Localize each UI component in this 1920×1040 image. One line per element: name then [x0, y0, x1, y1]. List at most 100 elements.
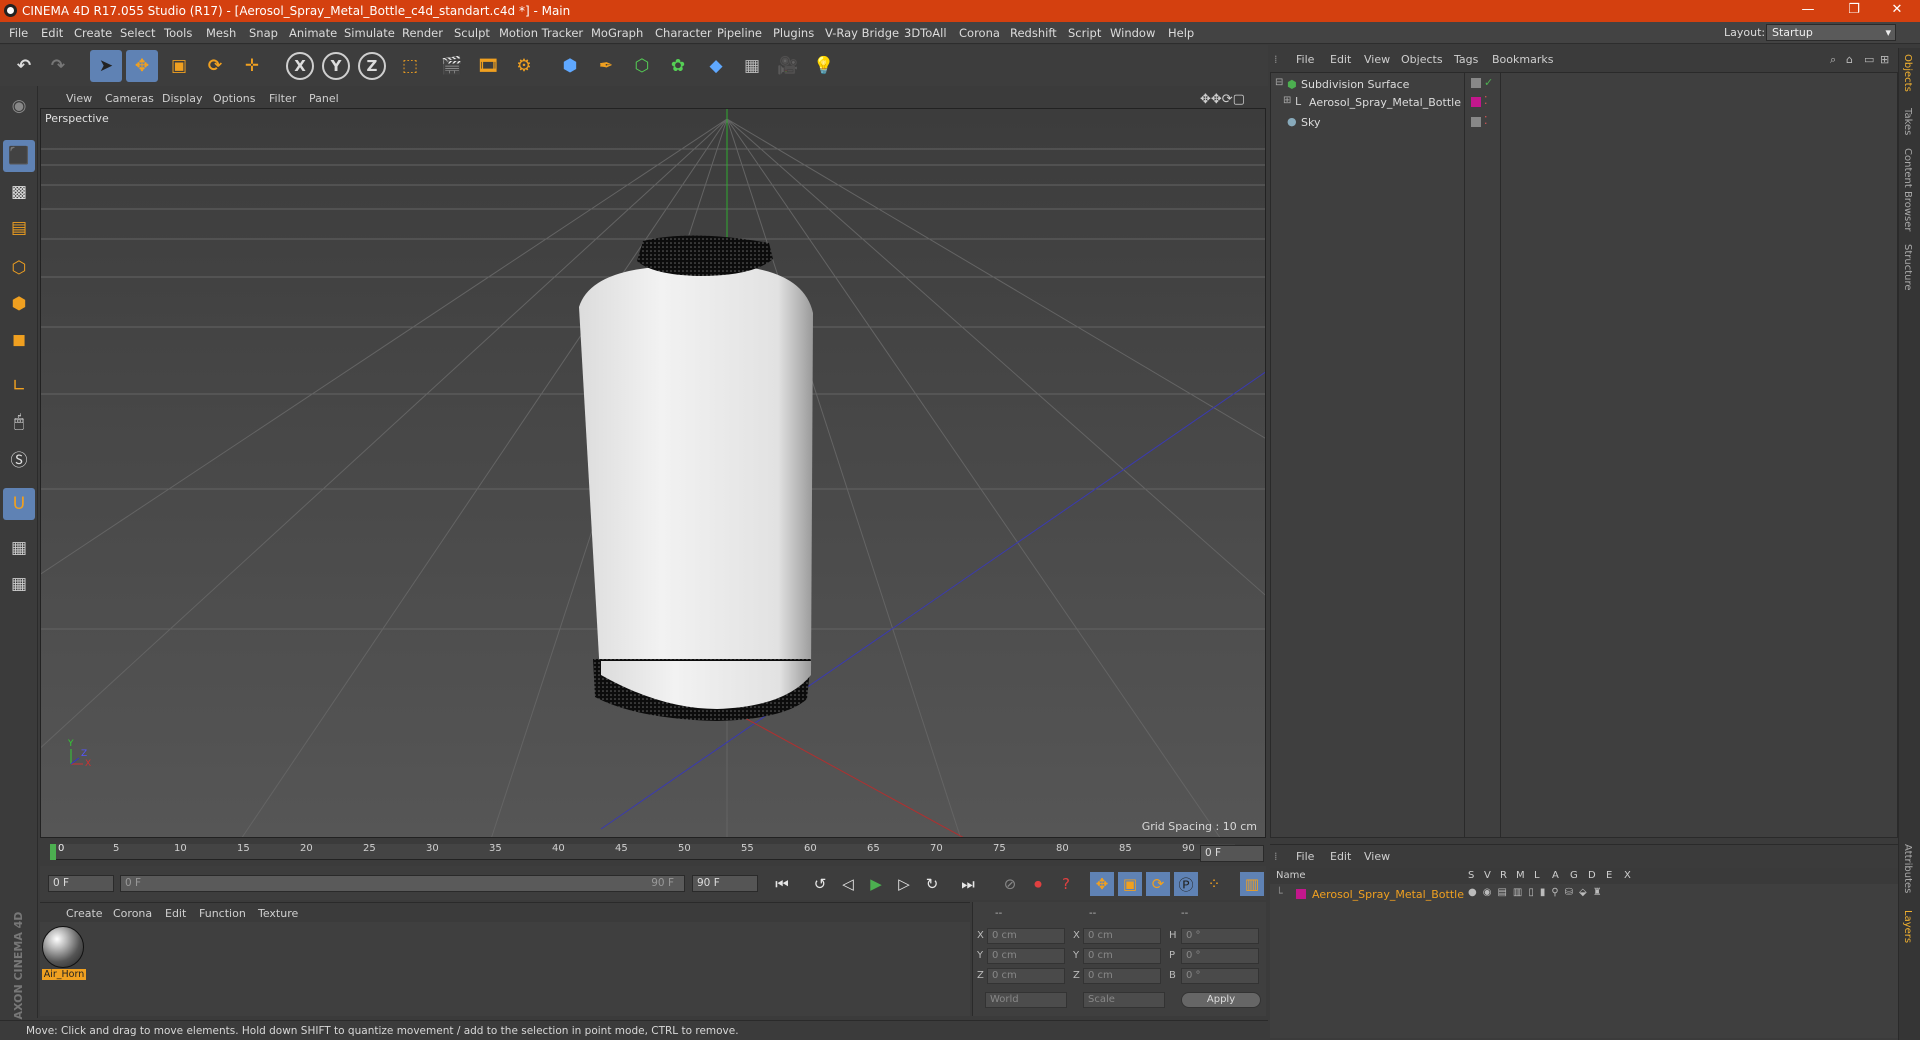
record-disabled-icon[interactable]: ⊘	[998, 872, 1022, 896]
menu-corona[interactable]: Corona	[959, 26, 1000, 40]
layout-select[interactable]: Startup ▾	[1766, 24, 1896, 41]
position-z-field[interactable]: 0 cm	[987, 968, 1065, 984]
camera-icon[interactable]: 🎥	[772, 50, 804, 82]
size-y-field[interactable]: 0 cm	[1083, 948, 1161, 964]
array-icon[interactable]: ✿	[662, 50, 694, 82]
menu-redshift[interactable]: Redshift	[1010, 26, 1057, 40]
record-icon[interactable]: ⏺	[1026, 872, 1050, 896]
menu-snap[interactable]: Snap	[249, 26, 278, 40]
world-dropdown[interactable]: World	[985, 992, 1067, 1008]
tab-layers[interactable]: Layers	[1902, 910, 1913, 943]
viewport-menu-options[interactable]: Options	[213, 92, 255, 105]
menu-file[interactable]: File	[9, 26, 28, 40]
expand-icon[interactable]: ⊞	[1880, 53, 1889, 66]
minimize-button[interactable]: —	[1785, 2, 1831, 20]
current-frame-field[interactable]: 0 F	[1200, 845, 1264, 862]
rotation-p-field[interactable]: 0 °	[1181, 948, 1259, 964]
frame-range-slider[interactable]: 0 F 90 F	[120, 875, 685, 892]
menu-help[interactable]: Help	[1168, 26, 1194, 40]
end-frame-field[interactable]: 90 F	[692, 875, 758, 892]
size-x-field[interactable]: 0 cm	[1083, 928, 1161, 944]
layer-row[interactable]: └ Aerosol_Spray_Metal_Bottle ●◉▤▥▯▮⚲⛁⬙♜	[1270, 886, 1896, 902]
viewport-menu-panel[interactable]: Panel	[309, 92, 339, 105]
key-rotate-icon[interactable]: ⟳	[1146, 872, 1170, 896]
key-scale-icon[interactable]: ▣	[1118, 872, 1142, 896]
layer-color-swatch[interactable]	[1296, 889, 1306, 899]
render-picture-viewer-icon[interactable]: 🎞	[472, 50, 504, 82]
expand-node-icon[interactable]: ⊞	[1283, 95, 1291, 106]
workplane-icon[interactable]: ▤	[3, 212, 35, 244]
redo-icon[interactable]: ↷	[42, 50, 74, 82]
snap-icon[interactable]: U	[3, 488, 35, 520]
menu-mesh[interactable]: Mesh	[206, 26, 236, 40]
object-row-bottle[interactable]: ⊞ L Aerosol_Spray_Metal_Bottle ⁚	[1271, 93, 1897, 112]
points-mode-icon[interactable]: ⬡	[3, 252, 35, 284]
material-menu-create[interactable]: Create	[66, 907, 103, 920]
obj-menu-bookmarks[interactable]: Bookmarks	[1492, 53, 1553, 66]
home-icon[interactable]: ⌂	[1846, 53, 1853, 66]
render-view-icon[interactable]: 🎬	[436, 50, 468, 82]
rotation-h-field[interactable]: 0 °	[1181, 928, 1259, 944]
rotation-b-field[interactable]: 0 °	[1181, 968, 1259, 984]
layer-menu-file[interactable]: File	[1296, 850, 1314, 863]
z-axis-icon[interactable]: Z	[358, 52, 386, 80]
deformer-icon[interactable]: ◆	[700, 50, 732, 82]
render-settings-icon[interactable]: ⚙	[508, 50, 540, 82]
rotate-icon[interactable]: ⟳	[199, 50, 231, 82]
position-y-field[interactable]: 0 cm	[987, 948, 1065, 964]
collapse-icon[interactable]: ⊟	[1275, 77, 1283, 88]
key-move-icon[interactable]: ✥	[1090, 872, 1114, 896]
key-param-icon[interactable]: Ⓟ	[1174, 872, 1198, 896]
viewport-menu-view[interactable]: View	[66, 92, 92, 105]
menu-simulate[interactable]: Simulate	[344, 26, 395, 40]
scale-dropdown[interactable]: Scale	[1083, 992, 1165, 1008]
layer-menu-edit[interactable]: Edit	[1330, 850, 1351, 863]
menu-window[interactable]: Window	[1110, 26, 1155, 40]
enabled-check-icon[interactable]: ✓	[1484, 76, 1493, 89]
make-editable-icon[interactable]: ◉	[3, 90, 35, 122]
y-axis-icon[interactable]: Y	[322, 52, 350, 80]
tab-objects[interactable]: Objects	[1902, 54, 1913, 92]
scale-icon[interactable]: ▣	[163, 50, 195, 82]
new-window-icon[interactable]: ▭	[1864, 53, 1874, 66]
menu-script[interactable]: Script	[1068, 26, 1101, 40]
tab-structure[interactable]: Structure	[1902, 244, 1913, 291]
go-to-start-icon[interactable]: ⏮	[770, 872, 794, 896]
play-icon[interactable]: ▶	[864, 872, 888, 896]
menu-motion-tracker[interactable]: Motion Tracker	[499, 26, 583, 40]
obj-menu-edit[interactable]: Edit	[1330, 53, 1351, 66]
menu-plugins[interactable]: Plugins	[773, 26, 814, 40]
polygons-mode-icon[interactable]: ◼	[3, 324, 35, 356]
subdivision-icon[interactable]: ⬡	[626, 50, 658, 82]
texture-mode-icon[interactable]: ▩	[3, 176, 35, 208]
menu-select[interactable]: Select	[120, 26, 155, 40]
floor-icon[interactable]: ▦	[736, 50, 768, 82]
size-z-field[interactable]: 0 cm	[1083, 968, 1161, 984]
tweak-mode-icon[interactable]: 🖱	[3, 406, 35, 438]
visibility-dots-icon[interactable]: ⁚	[1484, 94, 1488, 107]
viewport-menu-filter[interactable]: Filter	[269, 92, 296, 105]
material-menu-function[interactable]: Function	[199, 907, 246, 920]
menu-render[interactable]: Render	[402, 26, 443, 40]
viewport-nav-icons[interactable]: ✥✥⟳▢	[1200, 92, 1245, 107]
menu-3dtoall[interactable]: 3DToAll	[904, 26, 947, 40]
menu-sculpt[interactable]: Sculpt	[454, 26, 490, 40]
obj-menu-objects[interactable]: Objects	[1401, 53, 1443, 66]
visibility-toggle[interactable]	[1471, 78, 1481, 88]
viewport-menu-display[interactable]: Display	[162, 92, 203, 105]
object-row-subdivision[interactable]: ⊟ ⬢ Subdivision Surface ✓	[1271, 75, 1897, 94]
close-button[interactable]: ✕	[1874, 2, 1920, 20]
layer-toggle-icons[interactable]: ●◉▤▥▯▮⚲⛁⬙♜	[1468, 887, 1608, 898]
drag-handle-icon[interactable]: ⁞	[1274, 53, 1278, 66]
material-menu-edit[interactable]: Edit	[165, 907, 186, 920]
obj-menu-tags[interactable]: Tags	[1454, 53, 1478, 66]
search-icon[interactable]: ⌕	[1830, 53, 1836, 67]
edges-mode-icon[interactable]: ⬢	[3, 288, 35, 320]
tab-takes[interactable]: Takes	[1902, 108, 1913, 135]
timeline-ruler[interactable]: 0 5 10 15 20 25 30 35 40 45 50 55 60 65 …	[40, 840, 1266, 865]
obj-menu-file[interactable]: File	[1296, 53, 1314, 66]
x-axis-icon[interactable]: X	[286, 52, 314, 80]
menu-animate[interactable]: Animate	[289, 26, 337, 40]
go-to-end-icon[interactable]: ⏭	[956, 872, 980, 896]
material-menu-texture[interactable]: Texture	[258, 907, 298, 920]
